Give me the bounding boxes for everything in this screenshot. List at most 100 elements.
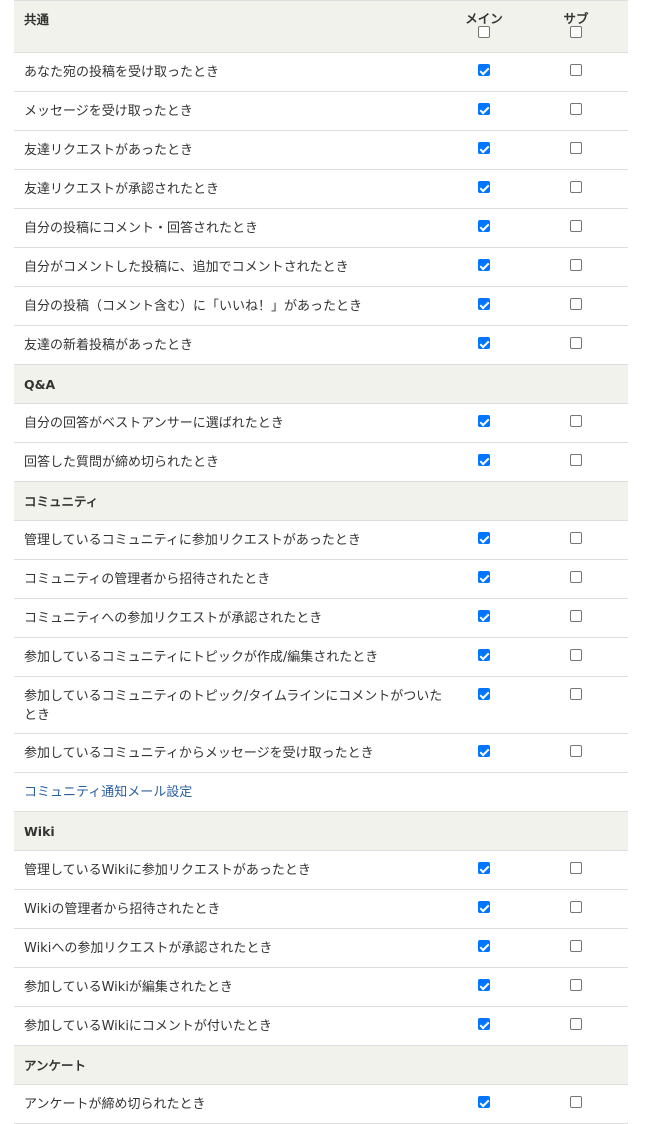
section-title: Wiki — [24, 824, 55, 839]
sub-checkbox[interactable] — [570, 745, 582, 757]
setting-label: Wikiの管理者から招待されたとき — [24, 902, 221, 917]
sub-cell — [556, 979, 596, 995]
sub-checkbox[interactable] — [570, 415, 582, 427]
main-checkbox[interactable] — [478, 532, 490, 544]
setting-row: コミュニティへの参加リクエストが承認されたとき — [14, 599, 628, 638]
setting-label: あなた宛の投稿を受け取ったとき — [24, 65, 220, 80]
sub-cell — [556, 259, 596, 275]
section-header: 共通 メイン サブ — [14, 0, 628, 53]
sub-cell — [556, 415, 596, 431]
sub-cell — [556, 142, 596, 158]
sub-checkbox[interactable] — [570, 862, 582, 874]
main-checkbox[interactable] — [478, 862, 490, 874]
sub-checkbox[interactable] — [570, 220, 582, 232]
setting-label: 友達リクエストが承認されたとき — [24, 182, 220, 197]
main-cell — [464, 1096, 504, 1112]
sub-checkbox[interactable] — [570, 610, 582, 622]
main-checkbox[interactable] — [478, 415, 490, 427]
sub-cell — [556, 298, 596, 314]
main-column-header: メイン — [464, 12, 504, 40]
sub-checkbox[interactable] — [570, 142, 582, 154]
sub-checkbox[interactable] — [570, 1018, 582, 1030]
sub-cell — [556, 1096, 596, 1112]
setting-row: 管理しているコミュニティに参加リクエストがあったとき — [14, 521, 628, 560]
setting-label: 管理しているWikiに参加リクエストがあったとき — [24, 863, 311, 878]
section-title: アンケート — [24, 1058, 87, 1073]
community-mail-settings-link[interactable]: コミュニティ通知メール設定 — [24, 783, 444, 802]
main-checkbox[interactable] — [478, 1018, 490, 1030]
sub-cell — [556, 688, 596, 704]
sub-cell — [556, 64, 596, 80]
sub-cell — [556, 862, 596, 878]
section-header: Q&A — [14, 365, 628, 404]
sub-checkbox[interactable] — [570, 901, 582, 913]
main-checkbox[interactable] — [478, 940, 490, 952]
section-title: 共通 — [24, 12, 50, 27]
setting-label: コミュニティの管理者から招待されたとき — [24, 572, 271, 587]
setting-row: 参加しているコミュニティのトピック/タイムラインにコメントがついたとき — [14, 677, 628, 734]
main-select-all-checkbox[interactable] — [478, 26, 490, 38]
setting-label: 友達の新着投稿があったとき — [24, 338, 194, 353]
setting-row: 自分の回答がベストアンサーに選ばれたとき — [14, 404, 628, 443]
setting-label: 参加しているコミュニティからメッセージを受け取ったとき — [24, 746, 374, 761]
sub-checkbox[interactable] — [570, 259, 582, 271]
main-checkbox[interactable] — [478, 298, 490, 310]
setting-label: アンケートが締め切られたとき — [24, 1097, 206, 1112]
setting-label: Wikiへの参加リクエストが承認されたとき — [24, 941, 273, 956]
sub-checkbox[interactable] — [570, 688, 582, 700]
main-select-all-wrap — [464, 26, 504, 40]
sub-checkbox[interactable] — [570, 979, 582, 991]
sub-column-header: サブ — [556, 12, 596, 40]
setting-label: 参加しているコミュニティのトピック/タイムラインにコメントがついたとき — [24, 689, 443, 723]
main-checkbox[interactable] — [478, 901, 490, 913]
main-checkbox[interactable] — [478, 979, 490, 991]
setting-row: 参加しているコミュニティからメッセージを受け取ったとき — [14, 734, 628, 773]
main-cell — [464, 1018, 504, 1034]
main-checkbox[interactable] — [478, 259, 490, 271]
main-checkbox[interactable] — [478, 745, 490, 757]
main-checkbox[interactable] — [478, 181, 490, 193]
main-cell — [464, 610, 504, 626]
setting-row: アンケートが締め切られたとき — [14, 1085, 628, 1124]
main-checkbox[interactable] — [478, 64, 490, 76]
sub-select-all-checkbox[interactable] — [570, 26, 582, 38]
main-checkbox[interactable] — [478, 649, 490, 661]
sub-checkbox[interactable] — [570, 454, 582, 466]
setting-label: コミュニティへの参加リクエストが承認されたとき — [24, 611, 323, 626]
setting-row: 管理しているWikiに参加リクエストがあったとき — [14, 851, 628, 890]
setting-label: 自分の投稿にコメント・回答されたとき — [24, 221, 259, 236]
main-checkbox[interactable] — [478, 688, 490, 700]
sub-checkbox[interactable] — [570, 571, 582, 583]
sub-checkbox[interactable] — [570, 1096, 582, 1108]
sub-column-title: サブ — [563, 11, 589, 26]
setting-label: 自分の回答がベストアンサーに選ばれたとき — [24, 416, 284, 431]
sub-checkbox[interactable] — [570, 298, 582, 310]
setting-label: 自分がコメントした投稿に、追加でコメントされたとき — [24, 260, 349, 275]
sub-checkbox[interactable] — [570, 532, 582, 544]
sub-checkbox[interactable] — [570, 649, 582, 661]
main-checkbox[interactable] — [478, 1096, 490, 1108]
sub-checkbox[interactable] — [570, 940, 582, 952]
main-cell — [464, 688, 504, 704]
main-cell — [464, 181, 504, 197]
sub-checkbox[interactable] — [570, 181, 582, 193]
setting-row: メッセージを受け取ったとき — [14, 92, 628, 131]
setting-label: 回答した質問が締め切られたとき — [24, 455, 220, 470]
sub-cell — [556, 1018, 596, 1034]
main-checkbox[interactable] — [478, 571, 490, 583]
main-checkbox[interactable] — [478, 103, 490, 115]
main-checkbox[interactable] — [478, 610, 490, 622]
section-header: アンケート — [14, 1046, 628, 1085]
main-checkbox[interactable] — [478, 337, 490, 349]
sub-checkbox[interactable] — [570, 337, 582, 349]
sub-checkbox[interactable] — [570, 103, 582, 115]
sub-cell — [556, 571, 596, 587]
main-cell — [464, 532, 504, 548]
main-checkbox[interactable] — [478, 142, 490, 154]
main-cell — [464, 259, 504, 275]
main-checkbox[interactable] — [478, 220, 490, 232]
main-checkbox[interactable] — [478, 454, 490, 466]
notification-settings-table: 共通 メイン サブあなた宛の投稿を受け取ったときメッセージを受け取ったとき友達リクエ… — [14, 0, 628, 1124]
main-cell — [464, 142, 504, 158]
sub-checkbox[interactable] — [570, 64, 582, 76]
